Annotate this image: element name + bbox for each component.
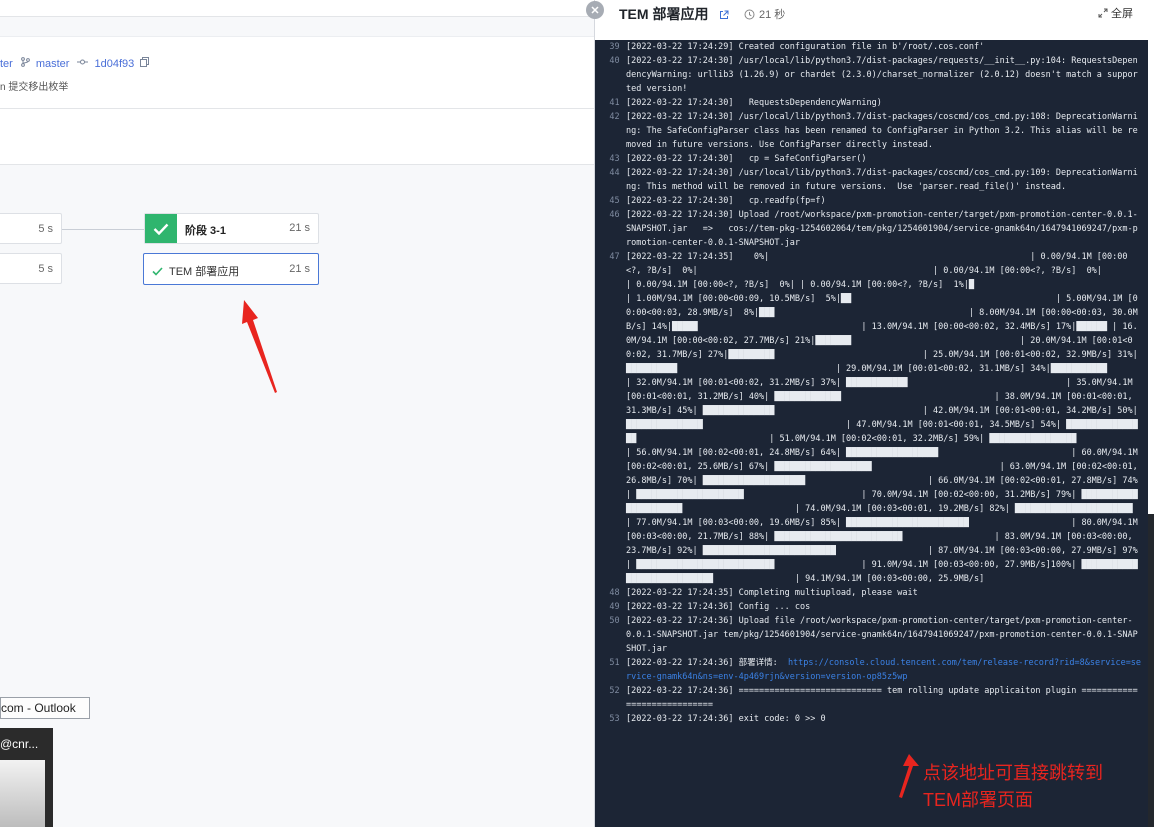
log-line-text: [2022-03-22 17:24:30] cp.readfp(fp=f) — [626, 196, 826, 206]
external-link-icon[interactable] — [719, 7, 729, 25]
branch-icon — [20, 57, 30, 70]
log-line-number: 44 — [609, 168, 620, 178]
branch-name[interactable]: master — [36, 58, 70, 70]
log-line-number: 47 — [609, 252, 620, 262]
annotation-line-1: 点该地址可直接跳转到 — [923, 763, 1103, 783]
fullscreen-button[interactable]: 全屏 — [1098, 5, 1133, 21]
commit-meta: ter master 1d04f93 — [0, 57, 150, 70]
log-line: 42 [2022-03-22 17:24:30] /usr/local/lib/p… — [603, 110, 1148, 152]
stage-duration: 21 s — [289, 222, 310, 234]
log-line-text: [2022-03-22 17:24:36] Config ... cos — [626, 602, 811, 612]
log-line: 45 [2022-03-22 17:24:30] cp.readfp(fp=f) — [603, 194, 1148, 208]
log-line-text: [2022-03-22 17:24:36] Upload file /root/… — [626, 616, 1138, 654]
log-line-text: [2022-03-22 17:24:30] cp = SafeConfigPar… — [626, 154, 867, 164]
log-line-number: 41 — [609, 98, 620, 108]
commit-info-bar: ter master 1d04f93 n 提交移出枚举 — [0, 36, 594, 109]
log-line: 52 [2022-03-22 17:24:36] ================… — [603, 684, 1148, 712]
log-line: 50 [2022-03-22 17:24:36] Upload file /roo… — [603, 614, 1148, 656]
outlook-tooltip: com - Outlook — [0, 697, 90, 719]
log-line-text: [2022-03-22 17:24:36] ==================… — [626, 686, 1138, 710]
log-line: 46 [2022-03-22 17:24:30] Upload /root/wor… — [603, 208, 1148, 250]
clock-icon — [744, 7, 755, 25]
log-lines: 39 [2022-03-22 17:24:29] Created configur… — [603, 40, 1148, 726]
commit-message: n 提交移出枚举 — [0, 82, 69, 93]
log-line-text: [2022-03-22 17:24:35] 0%| | 0.00/94.1M [… — [626, 252, 1138, 584]
log-line: 39 [2022-03-22 17:24:29] Created configur… — [603, 40, 1148, 54]
stage-card-previous[interactable]: 5 s — [0, 213, 62, 244]
log-line-text: [2022-03-22 17:24:29] Created configurat… — [626, 42, 985, 52]
taskbar-thumbnail[interactable]: @cnr... — [0, 728, 53, 827]
log-line: 53 [2022-03-22 17:24:36] exit code: 0 >> … — [603, 712, 1148, 726]
log-line-text: [2022-03-22 17:24:36] 部署详情: https://cons… — [626, 658, 1142, 682]
job-tem-deploy[interactable]: TEM 部署应用 21 s — [143, 253, 319, 285]
log-line-number: 40 — [609, 56, 620, 66]
pipeline-panel: ter master 1d04f93 n 提交移出枚举 5 s 5 s 阶段 3… — [0, 0, 594, 827]
stage-title: 阶段 3-1 — [185, 225, 226, 237]
stage-connector — [62, 229, 144, 230]
drawer-title: TEM 部署应用 — [619, 6, 709, 22]
log-line-number: 46 — [609, 210, 620, 220]
log-line: 47 [2022-03-22 17:24:35] 0%| | 0.00/94.1M… — [603, 250, 1148, 586]
drawer-header: TEM 部署应用 21 秒 全屏 — [586, 0, 1154, 40]
annotation-arrow-icon — [242, 300, 277, 393]
log-line-text: [2022-03-22 17:24:30] /usr/local/lib/pyt… — [626, 112, 1138, 150]
log-drawer: TEM 部署应用 21 秒 全屏 39 [2022-03-22 17:24:29]… — [586, 0, 1154, 827]
job-card-previous[interactable]: 5 s — [0, 253, 62, 284]
log-line-text: [2022-03-22 17:24:35] Completing multiup… — [626, 588, 918, 598]
log-line-number: 42 — [609, 112, 620, 122]
log-line: 43 [2022-03-22 17:24:30] cp = SafeConfigP… — [603, 152, 1148, 166]
log-line-text: [2022-03-22 17:24:30] /usr/local/lib/pyt… — [626, 56, 1138, 94]
stage-duration: 5 s — [38, 222, 53, 235]
annotation-arrow-up-icon — [899, 754, 919, 798]
log-console[interactable]: 39 [2022-03-22 17:24:29] Created configur… — [595, 40, 1148, 827]
commit-icon — [77, 58, 89, 69]
top-bar — [0, 0, 594, 17]
thumbnail-title: @cnr... — [0, 737, 39, 751]
log-line-number: 48 — [609, 588, 620, 598]
toolbar-band — [0, 109, 594, 165]
log-scrollbar[interactable] — [1148, 514, 1154, 827]
check-icon — [152, 263, 163, 281]
log-line: 51 [2022-03-22 17:24:36] 部署详情: https://co… — [603, 656, 1148, 684]
thumbnail-preview — [0, 760, 45, 827]
commit-hash[interactable]: 1d04f93 — [94, 58, 134, 70]
log-line-text: [2022-03-22 17:24:30] RequestsDependency… — [626, 98, 882, 108]
log-line-text: [2022-03-22 17:24:36] exit code: 0 >> 0 — [626, 714, 826, 724]
log-line: 48 [2022-03-22 17:24:35] Completing multi… — [603, 586, 1148, 600]
close-icon[interactable] — [586, 1, 604, 19]
branch-fragment[interactable]: ter — [0, 58, 13, 70]
job-label: TEM 部署应用 — [169, 266, 240, 278]
log-line-number: 52 — [609, 686, 620, 696]
log-line-text: [2022-03-22 17:24:30] /usr/local/lib/pyt… — [626, 168, 1138, 192]
log-line: 40 [2022-03-22 17:24:30] /usr/local/lib/p… — [603, 54, 1148, 96]
success-check-icon — [145, 214, 177, 243]
fullscreen-label: 全屏 — [1111, 8, 1133, 20]
log-line-number: 39 — [609, 42, 620, 52]
log-line: 41 [2022-03-22 17:24:30] RequestsDependen… — [603, 96, 1148, 110]
annotation-text: 点该地址可直接跳转到 TEM部署页面 — [923, 760, 1103, 814]
log-line-number: 45 — [609, 196, 620, 206]
stage-group-3-1[interactable]: 阶段 3-1 21 s — [144, 213, 319, 244]
log-line-number: 51 — [609, 658, 620, 668]
expand-icon — [1098, 8, 1108, 18]
copy-icon[interactable] — [140, 57, 150, 70]
log-line-number: 49 — [609, 602, 620, 612]
job-duration: 5 s — [38, 262, 53, 275]
log-line: 49 [2022-03-22 17:24:36] Config ... cos — [603, 600, 1148, 614]
annotation-line-2: TEM部署页面 — [923, 790, 1033, 810]
log-line-number: 43 — [609, 154, 620, 164]
job-duration: 21 s — [289, 263, 310, 275]
log-line-text: [2022-03-22 17:24:30] Upload /root/works… — [626, 210, 1138, 248]
elapsed-time: 21 秒 — [759, 9, 786, 21]
log-line: 44 [2022-03-22 17:24:30] /usr/local/lib/p… — [603, 166, 1148, 194]
log-line-number: 53 — [609, 714, 620, 724]
log-line-number: 50 — [609, 616, 620, 626]
